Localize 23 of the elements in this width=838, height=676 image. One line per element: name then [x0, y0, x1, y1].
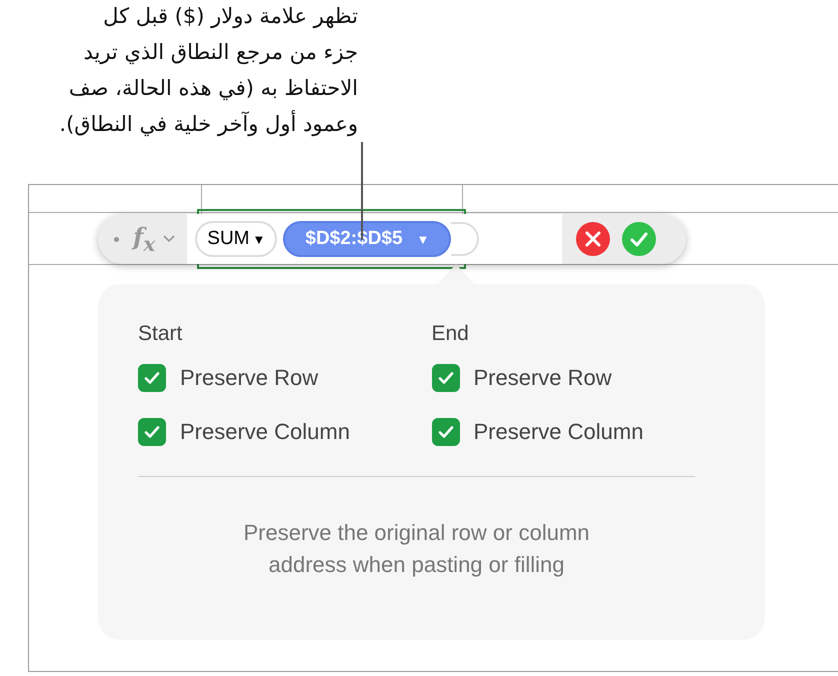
function-token[interactable]: SUM▼ — [195, 221, 278, 257]
group-heading: End — [432, 322, 470, 346]
chevron-icon[interactable] — [163, 235, 176, 243]
callout-text: تظهر علامة دولار ($) قبل كل جزء من مرجع النطاق الذي تريد الاحتفاظ به (في هذه الحالة، صف وعمود أول وآخر خلية في النطاق). — [59, 3, 358, 138]
description-text: Preserve the original row or column address when pasting or filling — [242, 519, 591, 579]
checkbox-option[interactable]: Preserve Column — [432, 418, 725, 446]
checkmark-icon — [143, 369, 161, 387]
cancel-button[interactable] — [576, 222, 610, 256]
checkmark-icon — [436, 423, 454, 441]
checkbox[interactable] — [138, 418, 166, 446]
checkmark-icon — [436, 369, 454, 387]
checkbox-option[interactable]: Preserve Row — [432, 364, 725, 392]
checkbox[interactable] — [432, 364, 460, 392]
accept-button[interactable] — [622, 222, 656, 256]
checkbox[interactable] — [138, 364, 166, 392]
dot-icon — [114, 236, 119, 242]
checkbox-option[interactable]: Preserve Row — [138, 364, 432, 392]
checkbox-option[interactable]: Preserve Column — [138, 418, 432, 446]
parenthesis-token — [451, 222, 480, 256]
group-heading: Start — [138, 322, 184, 346]
checkmark-icon — [143, 423, 161, 441]
formula-field[interactable]: SUM▼ $D$2:$D$5 ▼ — [187, 214, 562, 264]
checkbox[interactable] — [432, 418, 460, 446]
